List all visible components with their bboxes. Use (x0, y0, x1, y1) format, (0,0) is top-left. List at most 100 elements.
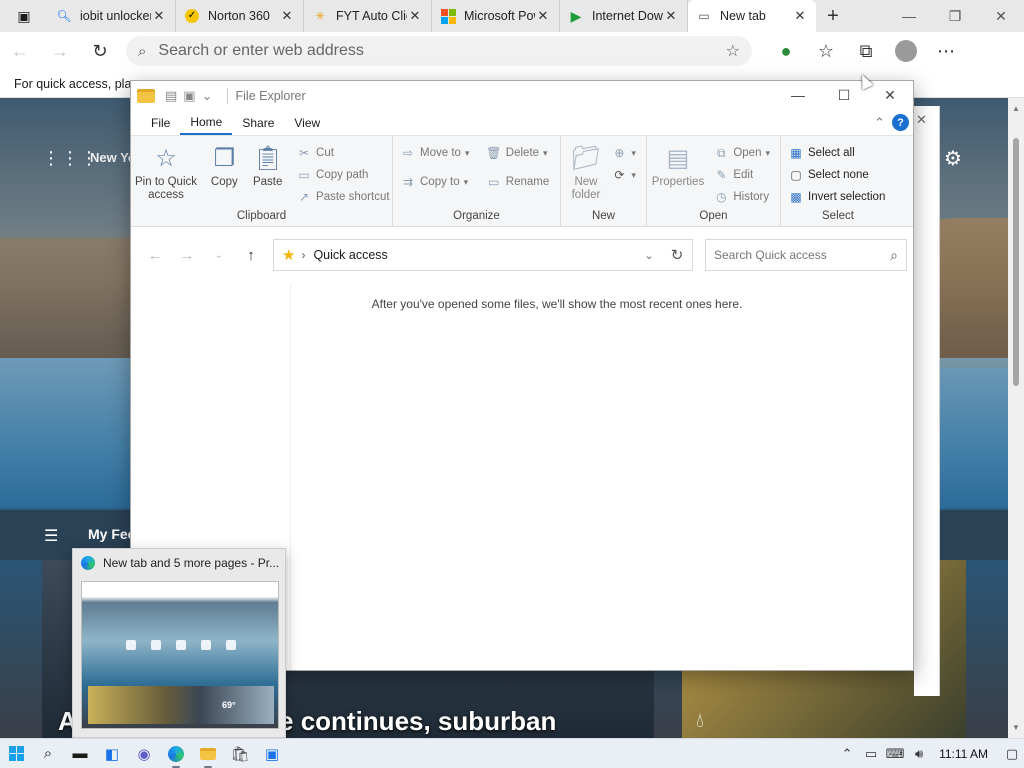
close-tab-icon[interactable]: ✕ (792, 8, 808, 24)
forward-icon[interactable]: → (171, 247, 203, 264)
chat-icon[interactable]: ◉ (128, 739, 160, 768)
clock[interactable]: 11:11 AM (931, 747, 1000, 761)
explorer-title-bar[interactable]: ▤ ▣ ⌄ File Explorer — ☐ ✕ (131, 81, 913, 111)
edge-taskbar-icon[interactable] (160, 739, 192, 768)
move-to-button[interactable]: ⇨ Move to ▾ (399, 142, 469, 164)
chevron-right-icon[interactable]: › (301, 248, 305, 262)
browser-tab[interactable]: ✳ FYT Auto Clicker ✕ (304, 0, 432, 32)
taskbar-thumbnail-preview[interactable]: New tab and 5 more pages - Pr... 69° (72, 548, 286, 738)
preview-thumbnail-image[interactable]: 69° (81, 581, 279, 729)
forward-icon[interactable]: → (40, 35, 80, 67)
profile-avatar[interactable] (886, 35, 926, 67)
open-button[interactable]: ⧉ Open ▾ (712, 142, 770, 164)
help-icon[interactable]: ? (892, 114, 909, 131)
back-icon[interactable]: ← (139, 247, 171, 264)
edit-button[interactable]: ✎ Edit (712, 164, 770, 186)
history-button[interactable]: ◷ History (712, 186, 770, 208)
delete-button[interactable]: 🗑︎ Delete ▾ (485, 142, 549, 164)
new-folder-button[interactable]: 📁︎ New folder (565, 142, 607, 202)
browser-tab[interactable]: Microsoft Power ✕ (432, 0, 560, 32)
close-tab-icon[interactable]: ✕ (279, 8, 295, 24)
refresh-icon[interactable]: ↻ (662, 246, 692, 264)
refresh-icon[interactable]: ↻ (80, 35, 120, 67)
paste-button[interactable]: 📋︎ Paste (248, 142, 288, 189)
scrollbar-thumb[interactable] (1013, 138, 1019, 386)
volume-icon[interactable]: 🔊︎ (907, 746, 931, 762)
chevron-down-icon[interactable]: ⌄ (636, 249, 662, 262)
copy-path-button[interactable]: ▭ Copy path (295, 164, 390, 186)
tab-share[interactable]: Share (232, 111, 284, 135)
notification-icon[interactable]: ▢ (1000, 746, 1024, 762)
minimize-icon[interactable]: — (886, 0, 932, 32)
up-icon[interactable]: ↑ (235, 247, 267, 264)
explorer-search-input[interactable]: Search Quick access ⌕ (705, 239, 907, 271)
address-breadcrumb[interactable]: ★ › Quick access ⌄ ↻ (273, 239, 693, 271)
tab-actions-icon[interactable]: ▣ (0, 0, 48, 32)
feed-title[interactable]: My Fee (88, 526, 135, 542)
properties-button[interactable]: ▤ Properties (647, 142, 709, 189)
scroll-up-icon[interactable]: ▲ (1012, 104, 1020, 113)
favorites-icon[interactable]: ☆ (806, 35, 846, 67)
network-icon[interactable]: ⌨ (883, 746, 907, 762)
chevron-up-icon[interactable]: ⌃ (835, 746, 859, 762)
gear-icon[interactable]: ⚙ (944, 146, 962, 171)
chevron-down-icon[interactable]: ⌄ (202, 88, 213, 104)
easy-access-button[interactable]: ⟳ ▾ (610, 164, 636, 186)
browser-tab[interactable]: ▶ Internet Download ✕ (560, 0, 688, 32)
store-icon[interactable]: 🛍︎ (224, 739, 256, 768)
close-tab-icon[interactable]: ✕ (535, 8, 551, 24)
file-list-area[interactable]: After you've opened some files, we'll sh… (291, 283, 913, 669)
new-tab-button[interactable]: + (816, 5, 850, 28)
new-folder-icon: 📁︎ (570, 145, 602, 172)
collapse-ribbon-icon[interactable]: ⌃ (874, 115, 885, 131)
cut-button[interactable]: ✂ Cut (295, 142, 390, 164)
collections-icon[interactable]: ⧉ (846, 35, 886, 67)
back-icon[interactable]: ← (0, 35, 40, 67)
add-favorite-icon[interactable]: ☆ (726, 41, 740, 61)
browser-tab[interactable]: 🔍︎ iobit unlocker ✕ (48, 0, 176, 32)
weather-city[interactable]: New Yo (90, 150, 136, 165)
scroll-down-icon[interactable]: ▼ (1012, 723, 1020, 732)
app-icon[interactable]: ▣ (256, 739, 288, 768)
close-icon[interactable]: ✕ (916, 112, 927, 128)
display-icon[interactable]: ▭ (859, 746, 883, 762)
more-icon[interactable]: ⋯ (926, 35, 966, 67)
properties-quick-icon[interactable]: ▤ (165, 88, 177, 104)
properties-label: Properties (651, 176, 705, 188)
minimize-icon[interactable]: — (775, 81, 821, 109)
new-folder-quick-icon[interactable]: ▣ (183, 88, 195, 104)
paste-shortcut-button[interactable]: ↗ Paste shortcut (295, 186, 390, 208)
start-button[interactable] (0, 739, 32, 768)
browser-tab-active[interactable]: ▭ New tab ✕ (688, 0, 816, 32)
breadcrumb-location[interactable]: Quick access (313, 248, 636, 262)
invert-selection-label: Invert selection (808, 191, 886, 203)
pin-to-quick-access-button[interactable]: ☆ Pin to Quick access (131, 142, 201, 202)
close-tab-icon[interactable]: ✕ (407, 8, 423, 24)
address-bar[interactable]: ⌕ Search or enter web address ☆ (126, 36, 752, 66)
select-none-button[interactable]: ▢ Select none (787, 164, 885, 186)
search-icon[interactable]: ⌕ (32, 739, 64, 768)
copy-to-button[interactable]: ⇉ Copy to ▾ (399, 171, 469, 193)
rename-button[interactable]: ▭ Rename (485, 171, 549, 193)
recent-locations-icon[interactable]: ⌄ (203, 250, 235, 261)
copy-button[interactable]: ❐ Copy (204, 142, 244, 189)
ribbon: ☆ Pin to Quick access ❐ Copy 📋︎ Paste ✂ C… (131, 135, 913, 227)
close-icon[interactable]: ✕ (867, 81, 913, 109)
extension-icon[interactable]: ● (766, 35, 806, 67)
tab-home[interactable]: Home (180, 111, 233, 135)
invert-selection-button[interactable]: ▩ Invert selection (787, 186, 885, 208)
tab-file[interactable]: File (141, 111, 180, 135)
new-item-button[interactable]: ⊕ ▾ (610, 142, 636, 164)
restore-icon[interactable]: ❐ (932, 0, 978, 32)
menu-icon[interactable]: ☰ (44, 526, 58, 546)
select-all-button[interactable]: ▦ Select all (787, 142, 885, 164)
close-tab-icon[interactable]: ✕ (663, 8, 679, 24)
widgets-icon[interactable]: ◧ (96, 739, 128, 768)
close-tab-icon[interactable]: ✕ (151, 8, 167, 24)
tab-view[interactable]: View (284, 111, 330, 135)
close-icon[interactable]: ✕ (978, 0, 1024, 32)
file-explorer-taskbar-icon[interactable] (192, 739, 224, 768)
browser-tab[interactable]: ✓ Norton 360 ✕ (176, 0, 304, 32)
task-view-icon[interactable]: ▬ (64, 739, 96, 768)
page-scrollbar[interactable]: ▲ ▼ (1008, 98, 1024, 738)
